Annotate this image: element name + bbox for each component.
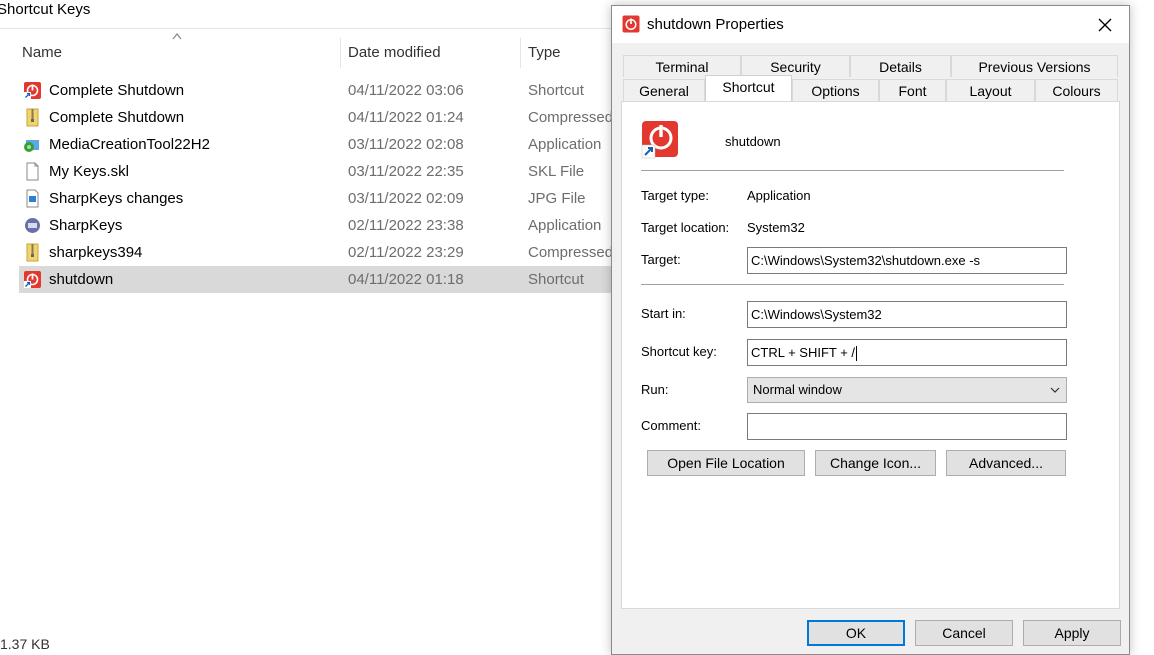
run-label: Run:	[641, 382, 669, 397]
shutdown-app-icon	[622, 15, 640, 33]
media-tool-icon	[24, 140, 39, 152]
shortcut-key-input[interactable]: CTRL + SHIFT + /	[747, 339, 1067, 366]
chevron-down-icon	[1050, 387, 1060, 393]
file-name: SharpKeys	[49, 217, 123, 234]
tab-general[interactable]: General	[623, 79, 705, 101]
file-name: Complete Shutdown	[49, 109, 185, 126]
file-type: Shortcut	[528, 82, 584, 99]
change-icon-button[interactable]: Change Icon...	[815, 450, 936, 476]
target-label: Target:	[641, 252, 681, 267]
file-row[interactable]: SharpKeys 02/11/2022 23:38 Application	[19, 212, 619, 239]
file-date: 02/11/2022 23:38	[348, 217, 464, 234]
file-type: JPG File	[528, 190, 586, 207]
file-type: SKL File	[528, 163, 585, 180]
file-date: 03/11/2022 22:35	[348, 163, 464, 180]
tab-terminal[interactable]: Terminal	[623, 55, 741, 77]
tab-previous-versions[interactable]: Previous Versions	[951, 55, 1118, 77]
file-type: Application	[528, 136, 602, 153]
file-type: Application	[528, 217, 602, 234]
comment-input[interactable]	[747, 413, 1067, 440]
file-name: MediaCreationTool22H2	[49, 136, 210, 153]
blank-file-icon	[26, 162, 39, 181]
text-cursor	[856, 346, 858, 362]
shortcut-key-label: Shortcut key:	[641, 344, 717, 359]
shutdown-shortcut-icon	[24, 82, 41, 99]
file-row-selected[interactable]: shutdown 04/11/2022 01:18 Shortcut	[19, 266, 619, 293]
run-dropdown[interactable]: Normal window	[747, 377, 1067, 403]
column-header-type[interactable]: Type	[528, 38, 561, 68]
file-date: 02/11/2022 23:29	[348, 244, 464, 261]
column-separator[interactable]	[520, 38, 521, 68]
shortcut-properties-dialog: shutdown Properties Terminal Security De…	[611, 5, 1130, 655]
comment-label: Comment:	[641, 418, 701, 433]
target-type-value: Application	[747, 188, 811, 203]
explorer-title-bar: Shortcut Keys	[0, 0, 612, 29]
file-name: sharpkeys394	[49, 244, 143, 261]
separator-line	[641, 284, 1064, 285]
file-date: 04/11/2022 03:06	[348, 82, 464, 99]
target-location-label: Target location:	[641, 220, 730, 235]
tab-options[interactable]: Options	[792, 79, 879, 101]
ok-button[interactable]: OK	[807, 620, 905, 646]
tab-layout[interactable]: Layout	[946, 79, 1035, 101]
tab-shortcut[interactable]: Shortcut	[705, 75, 792, 101]
file-name: SharpKeys changes	[49, 190, 184, 207]
start-in-input[interactable]: C:\Windows\System32	[747, 301, 1067, 328]
target-input[interactable]: C:\Windows\System32\shutdown.exe -s	[747, 247, 1067, 274]
run-selected-value: Normal window	[753, 382, 842, 397]
sharpkeys-app-icon	[25, 218, 40, 233]
file-name: shutdown	[49, 271, 114, 288]
target-type-label: Target type:	[641, 188, 709, 203]
cancel-button[interactable]: Cancel	[915, 620, 1013, 646]
tab-details[interactable]: Details	[850, 55, 951, 77]
dialog-title: shutdown Properties	[647, 16, 784, 33]
file-row[interactable]: Complete Shutdown 04/11/2022 01:24 Compr…	[19, 104, 619, 131]
image-file-icon	[26, 189, 39, 208]
file-row[interactable]: Complete Shutdown 04/11/2022 03:06 Short…	[19, 77, 619, 104]
file-row[interactable]: MediaCreationTool22H2 03/11/2022 02:08 A…	[19, 131, 619, 158]
start-in-label: Start in:	[641, 306, 686, 321]
column-header-name[interactable]: Name	[22, 38, 62, 68]
file-row[interactable]: sharpkeys394 02/11/2022 23:29 Compressed	[19, 239, 619, 266]
zip-folder-icon	[26, 243, 39, 262]
apply-button[interactable]: Apply	[1023, 620, 1121, 646]
shortcut-tab-panel: shutdown Target type: Application Target…	[621, 101, 1120, 609]
dialog-title-bar[interactable]: shutdown Properties	[612, 6, 1129, 43]
close-icon[interactable]	[1094, 14, 1116, 36]
status-selected-size: 1.37 KB	[0, 636, 50, 652]
tab-colours[interactable]: Colours	[1035, 79, 1118, 101]
sort-ascending-icon[interactable]	[172, 32, 182, 40]
shortcut-name: shutdown	[725, 134, 781, 149]
separator-line	[641, 170, 1064, 171]
zip-folder-icon	[26, 108, 39, 127]
file-row[interactable]: My Keys.skl 03/11/2022 22:35 SKL File	[19, 158, 619, 185]
file-date: 03/11/2022 02:08	[348, 136, 464, 153]
file-name: Complete Shutdown	[49, 82, 185, 99]
target-location-value: System32	[747, 220, 805, 235]
file-type: Compressed	[528, 109, 614, 126]
shutdown-shortcut-icon	[24, 271, 41, 288]
file-type: Shortcut	[528, 271, 584, 288]
file-date: 04/11/2022 01:24	[348, 109, 464, 126]
file-name: My Keys.skl	[49, 163, 130, 180]
column-header-date[interactable]: Date modified	[348, 38, 441, 68]
file-row[interactable]: SharpKeys changes 03/11/2022 02:09 JPG F…	[19, 185, 619, 212]
file-date: 03/11/2022 02:09	[348, 190, 464, 207]
tab-font[interactable]: Font	[879, 79, 946, 101]
shutdown-shortcut-icon	[641, 121, 678, 159]
advanced-button[interactable]: Advanced...	[946, 450, 1066, 476]
open-file-location-button[interactable]: Open File Location	[647, 450, 805, 476]
file-date: 04/11/2022 01:18	[348, 271, 464, 288]
shortcut-key-value: CTRL + SHIFT + /	[751, 345, 856, 360]
tab-security[interactable]: Security	[741, 55, 850, 77]
explorer-title: Shortcut Keys	[0, 1, 91, 18]
file-type: Compressed	[528, 244, 614, 261]
column-separator[interactable]	[340, 38, 341, 68]
